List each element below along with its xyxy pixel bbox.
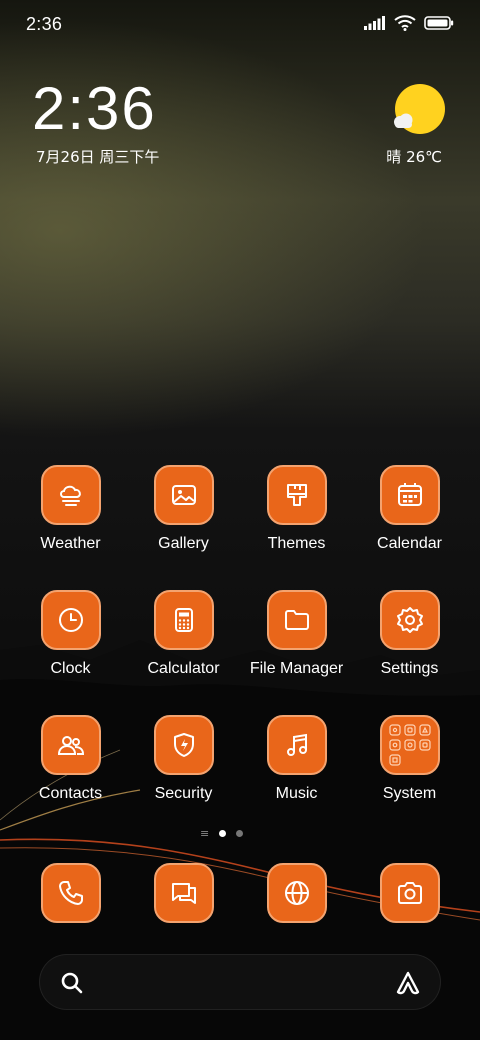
calendar-icon[interactable]	[379, 465, 440, 525]
dock-messages[interactable]	[127, 863, 240, 923]
status-time: 2:36	[26, 14, 63, 34]
shield-icon[interactable]	[153, 715, 214, 775]
page-indicator[interactable]: ≡	[200, 828, 244, 839]
weather-icon[interactable]	[40, 465, 101, 525]
app-weather[interactable]: Weather	[14, 465, 127, 553]
search-bar[interactable]	[39, 954, 441, 1010]
folder-icon[interactable]	[266, 590, 327, 650]
clock-icon[interactable]	[40, 590, 101, 650]
status-bar: 2:36	[0, 0, 480, 50]
phone-icon[interactable]	[40, 863, 101, 923]
signal-icon	[364, 16, 385, 30]
app-label: Security	[154, 785, 213, 802]
assistant-icon[interactable]	[394, 970, 422, 996]
dock-camera[interactable]	[353, 863, 466, 923]
app-label: Settings	[380, 660, 439, 677]
calculator-icon[interactable]	[153, 590, 214, 650]
wifi-icon	[394, 15, 416, 31]
dock-phone[interactable]	[14, 863, 127, 923]
app-themes[interactable]: Themes	[240, 465, 353, 553]
weather-widget-text: 晴 26℃	[386, 148, 442, 166]
app-label: Contacts	[38, 785, 103, 802]
app-label: Clock	[50, 660, 91, 677]
dock-browser[interactable]	[240, 863, 353, 923]
gallery-icon[interactable]	[153, 465, 214, 525]
app-music[interactable]: Music	[240, 715, 353, 803]
app-settings[interactable]: Settings	[353, 590, 466, 678]
page-dot-active[interactable]	[219, 830, 227, 837]
app-file-manager[interactable]: File Manager	[240, 590, 353, 678]
app-label: Music	[275, 785, 318, 802]
app-label: Gallery	[158, 535, 209, 552]
folder-grid-icon[interactable]	[379, 715, 440, 775]
battery-icon	[424, 16, 454, 30]
app-contacts[interactable]: Contacts	[14, 715, 127, 803]
app-label: Calculator	[147, 660, 220, 677]
music-note-icon[interactable]	[266, 715, 327, 775]
camera-icon[interactable]	[379, 863, 440, 923]
browser-globe-icon[interactable]	[266, 863, 327, 923]
themes-brush-icon[interactable]	[266, 465, 327, 525]
app-gallery[interactable]: Gallery	[127, 465, 240, 553]
status-icons	[364, 15, 454, 31]
app-list-menu-icon[interactable]: ≡	[200, 828, 209, 839]
app-label: File Manager	[249, 660, 344, 677]
app-label: Weather	[40, 535, 101, 552]
app-system-folder[interactable]: System	[353, 715, 466, 803]
app-calendar[interactable]: Calendar	[353, 465, 466, 553]
app-label: System	[382, 785, 437, 802]
page-dot[interactable]	[236, 830, 244, 837]
app-calculator[interactable]: Calculator	[127, 590, 240, 678]
messages-icon[interactable]	[153, 863, 214, 923]
sunny-weather-icon[interactable]	[390, 82, 446, 138]
app-security[interactable]: Security	[127, 715, 240, 803]
contacts-icon[interactable]	[40, 715, 101, 775]
clock-widget-time[interactable]: 2:36	[32, 76, 157, 142]
app-label: Themes	[267, 535, 326, 552]
app-label: Calendar	[377, 535, 442, 552]
search-icon[interactable]	[60, 971, 84, 995]
app-clock[interactable]: Clock	[14, 590, 127, 678]
gear-icon[interactable]	[379, 590, 440, 650]
clock-widget-date: 7月26日 周三下午	[36, 148, 160, 166]
